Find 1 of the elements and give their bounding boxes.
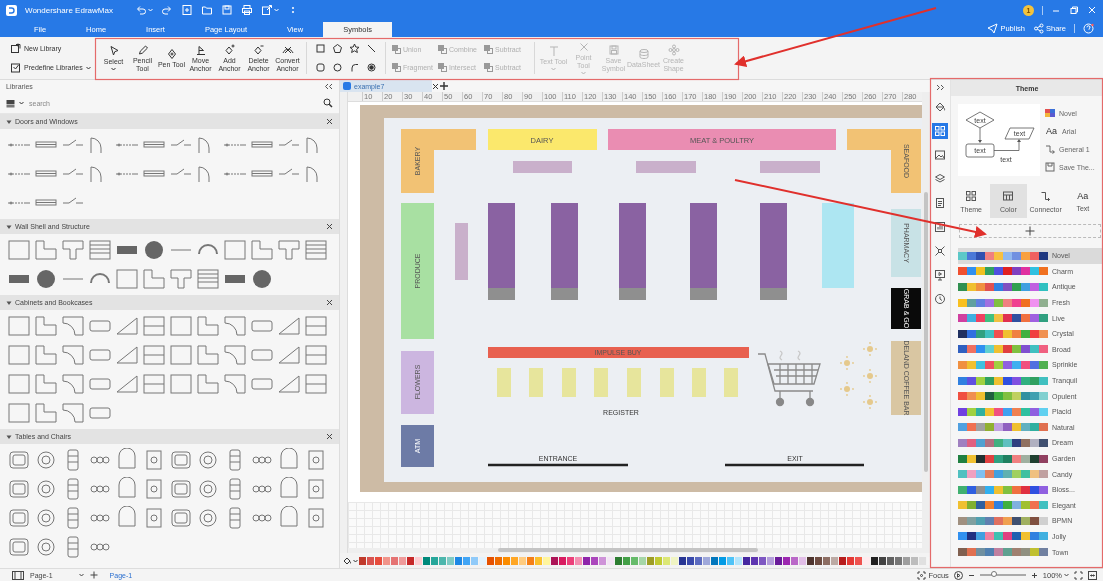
window-title: Wondershare EdrawMax (25, 5, 113, 15)
